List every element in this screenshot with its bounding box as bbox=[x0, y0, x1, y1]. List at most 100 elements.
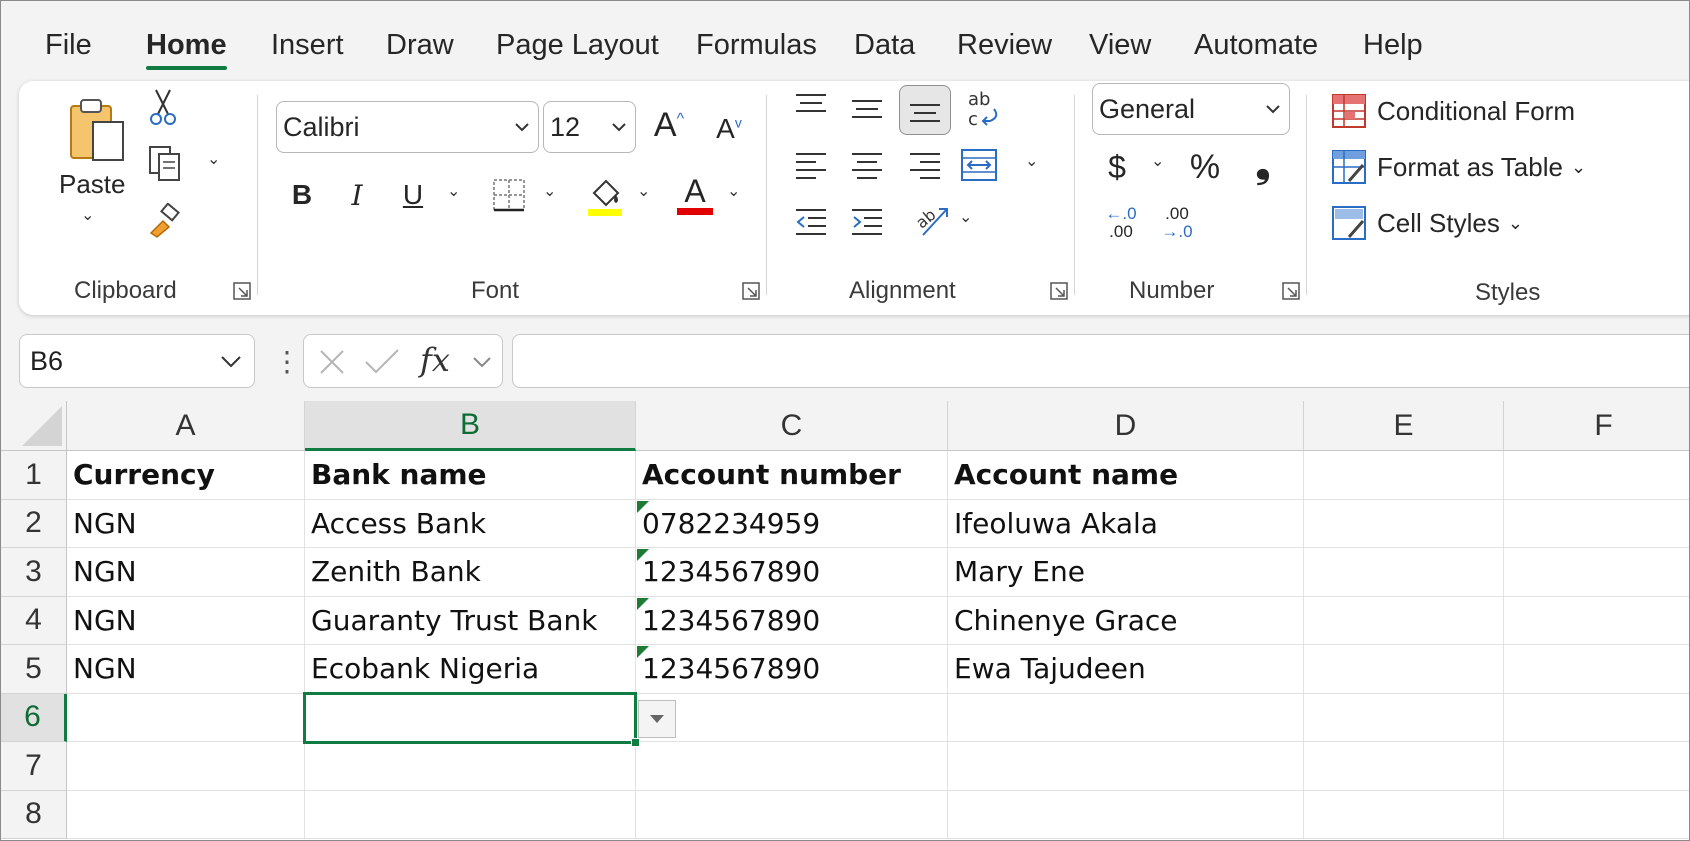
cell-b2[interactable]: Access Bank bbox=[305, 499, 636, 548]
fill-color-dropdown-icon[interactable]: ⌄ bbox=[637, 181, 650, 201]
align-right-button[interactable] bbox=[903, 145, 947, 185]
cell-styles-button[interactable]: Cell Styles ⌄ bbox=[1331, 201, 1689, 245]
fill-handle[interactable] bbox=[631, 738, 640, 747]
cell-c5[interactable]: 1234567890 bbox=[636, 645, 948, 694]
align-center-button[interactable] bbox=[845, 145, 889, 185]
cell-f7[interactable] bbox=[1504, 742, 1689, 791]
cell-e3[interactable] bbox=[1304, 548, 1504, 597]
cell-d4[interactable]: Chinenye Grace bbox=[948, 596, 1304, 645]
font-size-combo[interactable]: 12 bbox=[543, 101, 636, 153]
cell-e2[interactable] bbox=[1304, 499, 1504, 548]
fill-color-button[interactable] bbox=[585, 173, 625, 217]
cell-d2[interactable]: Ifeoluwa Akala bbox=[948, 499, 1304, 548]
italic-button[interactable]: I bbox=[339, 175, 375, 215]
decrease-font-size-button[interactable]: Av bbox=[707, 107, 751, 151]
cell-e5[interactable] bbox=[1304, 645, 1504, 694]
cell-f1[interactable] bbox=[1504, 451, 1689, 500]
cell-c6[interactable] bbox=[636, 693, 948, 742]
row-header-1[interactable]: 1 bbox=[1, 451, 67, 500]
cell-d1[interactable]: Account name bbox=[948, 451, 1304, 500]
number-launcher-icon[interactable] bbox=[1281, 281, 1301, 301]
tab-file[interactable]: File bbox=[45, 29, 92, 62]
percent-button[interactable]: % bbox=[1183, 145, 1227, 189]
wrap-text-button[interactable]: ab c bbox=[961, 87, 1005, 131]
column-header-b[interactable]: B bbox=[305, 401, 636, 451]
chevron-down-icon[interactable] bbox=[472, 356, 492, 368]
cell-f3[interactable] bbox=[1504, 548, 1689, 597]
cell-c3[interactable]: 1234567890 bbox=[636, 548, 948, 597]
select-all-button[interactable] bbox=[1, 401, 67, 451]
cell-a7[interactable] bbox=[67, 742, 305, 791]
alignment-launcher-icon[interactable] bbox=[1049, 281, 1069, 301]
column-header-c[interactable]: C bbox=[636, 401, 948, 451]
tab-view[interactable]: View bbox=[1089, 29, 1151, 62]
column-header-a[interactable]: A bbox=[67, 401, 305, 451]
format-painter-button[interactable] bbox=[145, 201, 185, 241]
tab-review[interactable]: Review bbox=[957, 29, 1052, 62]
align-left-button[interactable] bbox=[789, 145, 833, 185]
increase-decimal-button[interactable]: ←.0 .00 bbox=[1097, 201, 1145, 245]
currency-dropdown-icon[interactable]: ⌄ bbox=[1151, 151, 1164, 171]
cell-d3[interactable]: Mary Ene bbox=[948, 548, 1304, 597]
cell-b8[interactable] bbox=[305, 790, 636, 839]
cell-c7[interactable] bbox=[636, 742, 948, 791]
format-as-table-button[interactable]: Format as Table ⌄ bbox=[1331, 145, 1689, 189]
decrease-decimal-button[interactable]: .00 →.0 bbox=[1153, 201, 1201, 245]
cell-e4[interactable] bbox=[1304, 596, 1504, 645]
tab-home[interactable]: Home bbox=[146, 29, 227, 70]
tab-help[interactable]: Help bbox=[1363, 29, 1423, 62]
row-header-8[interactable]: 8 bbox=[1, 790, 67, 839]
paste-dropdown-icon[interactable]: ⌄ bbox=[81, 205, 94, 225]
clipboard-launcher-icon[interactable] bbox=[232, 281, 252, 301]
cell-a5[interactable]: NGN bbox=[67, 645, 305, 694]
cell-c1[interactable]: Account number bbox=[636, 451, 948, 500]
row-header-3[interactable]: 3 bbox=[1, 548, 67, 597]
currency-button[interactable]: $ bbox=[1099, 145, 1135, 189]
increase-indent-button[interactable] bbox=[845, 201, 889, 241]
number-format-combo[interactable]: General bbox=[1092, 83, 1290, 135]
cell-b7[interactable] bbox=[305, 742, 636, 791]
copy-button[interactable] bbox=[145, 143, 185, 183]
paste-button[interactable] bbox=[61, 93, 133, 169]
name-box[interactable]: B6 bbox=[19, 334, 255, 388]
column-header-e[interactable]: E bbox=[1304, 401, 1504, 451]
tab-draw[interactable]: Draw bbox=[386, 29, 454, 62]
font-color-button[interactable]: A bbox=[675, 173, 715, 217]
comma-style-button[interactable]: ❟ bbox=[1245, 143, 1281, 187]
borders-button[interactable] bbox=[489, 175, 529, 215]
cell-c4[interactable]: 1234567890 bbox=[636, 596, 948, 645]
font-name-combo[interactable]: Calibri bbox=[276, 101, 539, 153]
borders-dropdown-icon[interactable]: ⌄ bbox=[543, 181, 556, 201]
bold-button[interactable]: B bbox=[284, 175, 320, 215]
merge-dropdown-icon[interactable]: ⌄ bbox=[1025, 151, 1038, 171]
row-header-7[interactable]: 7 bbox=[1, 742, 67, 791]
cell-b4[interactable]: Guaranty Trust Bank bbox=[305, 596, 636, 645]
formula-input[interactable] bbox=[512, 334, 1689, 388]
cell-b3[interactable]: Zenith Bank bbox=[305, 548, 636, 597]
row-header-5[interactable]: 5 bbox=[1, 645, 67, 694]
cut-button[interactable] bbox=[145, 87, 181, 127]
increase-font-size-button[interactable]: A^ bbox=[647, 103, 691, 147]
decrease-indent-button[interactable] bbox=[789, 201, 833, 241]
cell-d5[interactable]: Ewa Tajudeen bbox=[948, 645, 1304, 694]
underline-button[interactable]: U bbox=[395, 175, 431, 215]
cell-f5[interactable] bbox=[1504, 645, 1689, 694]
cell-a6[interactable] bbox=[67, 693, 305, 742]
align-top-button[interactable] bbox=[789, 85, 833, 125]
insert-function-button[interactable]: fx bbox=[420, 341, 450, 379]
align-bottom-button[interactable] bbox=[899, 85, 951, 135]
cell-b5[interactable]: Ecobank Nigeria bbox=[305, 645, 636, 694]
more-options-icon[interactable]: ⋮ bbox=[273, 345, 301, 378]
list-dropdown-button[interactable] bbox=[638, 700, 676, 738]
cell-f4[interactable] bbox=[1504, 597, 1689, 645]
orientation-dropdown-icon[interactable]: ⌄ bbox=[959, 207, 972, 227]
row-header-4[interactable]: 4 bbox=[1, 596, 67, 645]
orientation-button[interactable]: ab bbox=[911, 197, 955, 241]
cell-a2[interactable]: NGN bbox=[67, 499, 305, 548]
column-header-f[interactable]: F bbox=[1504, 401, 1689, 451]
row-header-2[interactable]: 2 bbox=[1, 499, 67, 548]
merge-center-button[interactable] bbox=[957, 145, 1001, 185]
conditional-formatting-button[interactable]: Conditional Form bbox=[1331, 89, 1689, 133]
font-color-dropdown-icon[interactable]: ⌄ bbox=[727, 181, 740, 201]
cell-d6[interactable] bbox=[948, 693, 1304, 742]
